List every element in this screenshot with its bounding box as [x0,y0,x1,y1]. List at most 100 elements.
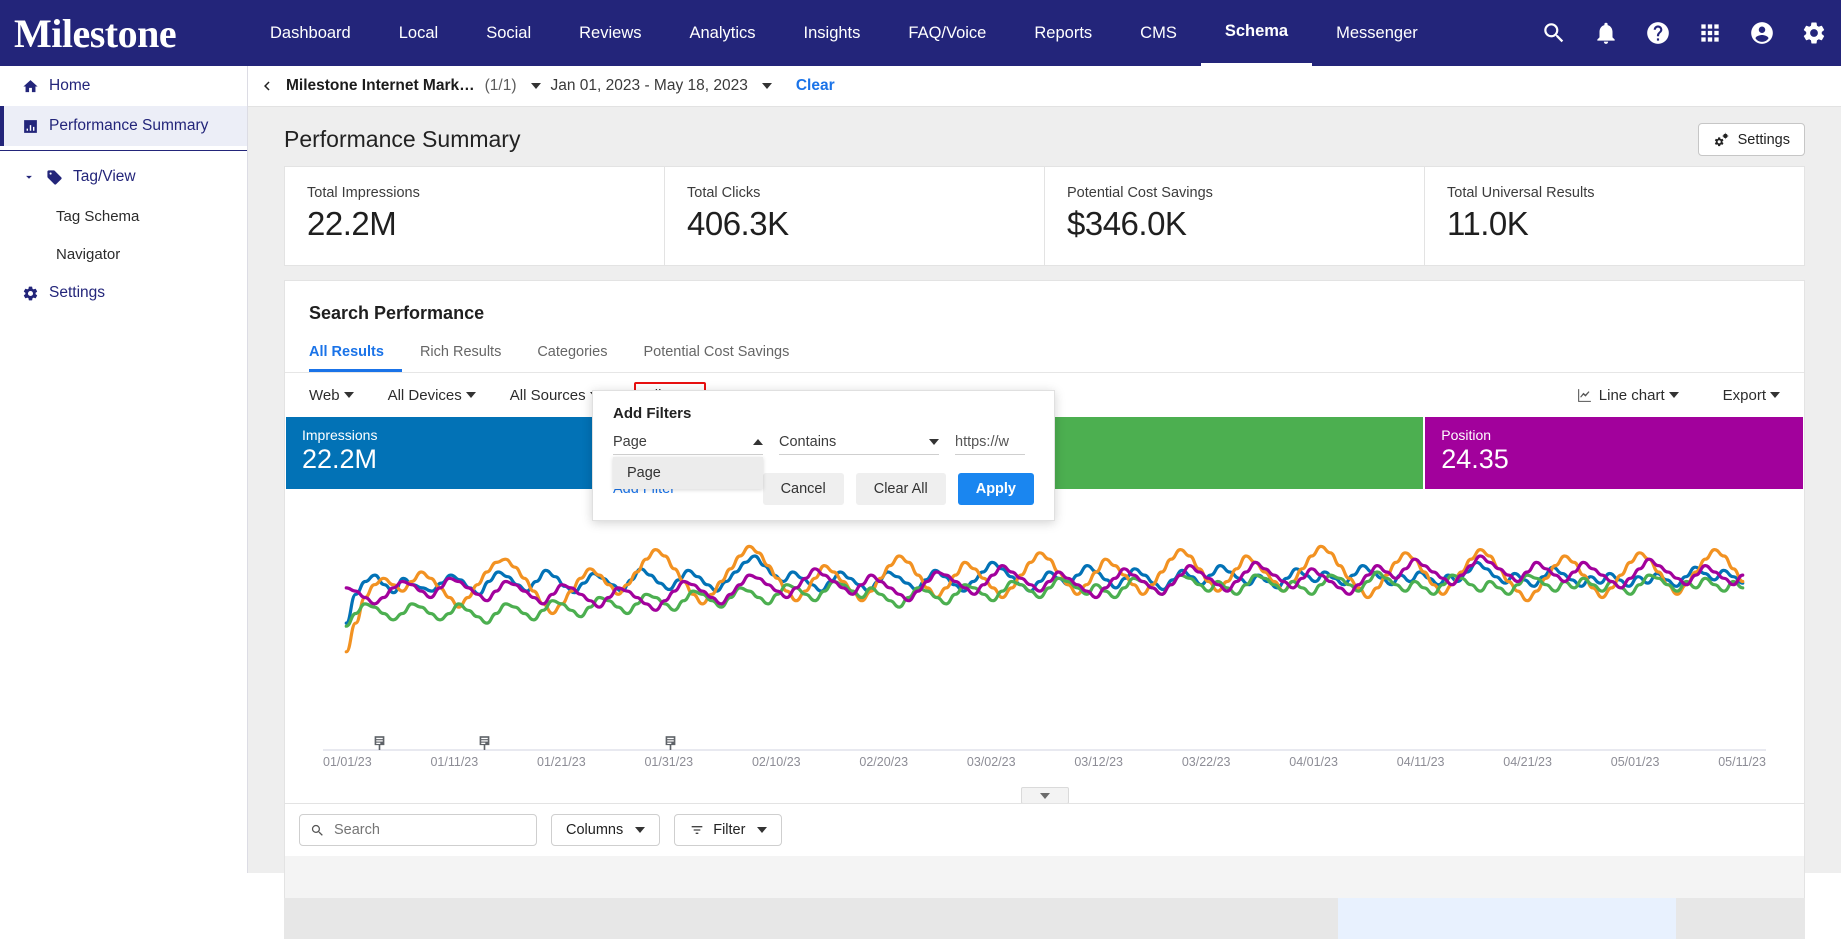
search-input[interactable] [332,821,526,839]
chart-x-axis-line [323,749,1766,751]
kpi-value: $346.0K [1067,205,1187,242]
help-icon[interactable] [1645,20,1671,46]
filter-row: Page Contains [613,434,1034,455]
sidebar-item-tag-schema[interactable]: Tag Schema [0,197,247,235]
x-tick: 01/11/23 [430,755,479,769]
event-flag-icon[interactable] [478,736,491,751]
sidebar-item-navigator[interactable]: Navigator [0,235,247,273]
filter-field-select[interactable]: Page [613,434,763,455]
all-devices-label: All Devices [387,386,462,404]
settings-button[interactable]: Settings [1697,123,1805,156]
chart-series-clicks [346,546,1742,651]
tab-rich-results[interactable]: Rich Results [402,338,519,372]
line-chart-dropdown[interactable]: Line chart [1576,387,1679,404]
breadcrumb-account[interactable]: Milestone Internet Mark… [286,77,475,95]
page-title: Performance Summary [284,126,521,152]
sidebar-group-tag-view[interactable]: Tag/View [0,157,247,197]
x-tick: 01/31/23 [644,755,694,769]
cancel-button[interactable]: Cancel [762,473,844,505]
chevron-down-icon [1039,792,1050,799]
apps-grid-icon[interactable] [1697,20,1723,46]
table-header-row [284,898,1805,939]
kpi-card-potential-cost-savings: Potential Cost Savings $346.0K [1045,167,1425,265]
filter-value-input[interactable] [955,434,1025,455]
nav-item-social[interactable]: Social [462,0,555,66]
filter-field-option-page[interactable]: Page [613,457,763,489]
table-header-cell-highlight[interactable] [1338,898,1676,939]
all-devices-dropdown[interactable]: All Devices [388,387,476,404]
clear-all-button[interactable]: Clear All [855,473,946,505]
filter-operator-select[interactable]: Contains [779,434,939,455]
clear-filters-link[interactable]: Clear [796,77,835,95]
chart-series-ctr [346,572,1742,626]
chevron-down-icon [343,392,354,398]
nav-item-dashboard[interactable]: Dashboard [246,0,375,66]
apply-button[interactable]: Apply [957,473,1034,505]
export-dropdown[interactable]: Export [1723,387,1780,404]
breadcrumb-count: (1/1) [484,77,517,94]
search-icon[interactable] [1541,20,1567,46]
collapse-chart-toggle[interactable] [1020,787,1069,804]
nav-item-faq-voice[interactable]: FAQ/Voice [884,0,1010,66]
x-tick: 01/21/23 [537,755,586,769]
all-sources-label: All Sources [509,386,586,404]
gear-icon [23,286,38,300]
sidebar-item-performance-summary[interactable]: Performance Summary [0,106,247,146]
chevron-down-icon[interactable] [761,83,772,89]
nav-item-local[interactable]: Local [375,0,462,66]
nav-item-insights[interactable]: Insights [780,0,885,66]
nav-item-analytics[interactable]: Analytics [666,0,780,66]
metric-band-position[interactable]: Position 24.35 [1425,417,1803,489]
popover-title: Add Filters [613,405,692,422]
tab-all-results[interactable]: All Results [309,338,402,372]
kpi-value: 11.0K [1447,205,1529,242]
x-tick: 04/11/23 [1396,755,1445,769]
nav-item-reports[interactable]: Reports [1010,0,1116,66]
web-dropdown[interactable]: Web [309,387,354,404]
chevron-up-icon [753,439,763,445]
milestone-logo[interactable]: Milestone [0,0,210,66]
event-flag-icon[interactable] [373,736,386,751]
sidebar-item-settings[interactable]: Settings [0,273,247,313]
metric-band-ctr[interactable]: CTR 1.83% [1045,417,1424,489]
chevron-down-icon [929,439,939,445]
table-filter-label: Filter [713,822,746,838]
top-nav-icon-group [1541,0,1827,66]
band-value: 24.35 [1441,444,1509,474]
popover-buttons: Cancel Clear All Apply [762,473,1034,505]
performance-line-chart[interactable] [309,489,1780,749]
kpi-value: 406.3K [687,205,789,242]
bell-icon[interactable] [1593,20,1619,46]
kpi-card-total-impressions: Total Impressions 22.2M [285,167,665,265]
line-chart-icon [1577,388,1591,402]
chevron-down-icon [1668,392,1679,398]
filter-field-options: Page [613,457,763,489]
tab-categories[interactable]: Categories [519,338,625,372]
back-chevron-icon[interactable] [258,77,276,95]
breadcrumb: Milestone Internet Mark… (1/1) Jan 01, 2… [248,66,1841,107]
nav-item-schema[interactable]: Schema [1200,0,1313,66]
settings-button-label: Settings [1737,131,1790,148]
sidebar-item-home[interactable]: Home [0,66,247,106]
search-box[interactable] [299,814,537,846]
chart-right-controls: Line chart Export [1576,387,1780,404]
sidebar-group-label: Tag/View [73,168,136,185]
x-tick: 03/12/23 [1074,755,1124,769]
event-flag-icon[interactable] [664,736,677,751]
columns-button[interactable]: Columns [551,814,661,846]
top-navigation-bar: Milestone Dashboard Local Social Reviews… [0,0,1841,66]
chevron-down-icon[interactable] [530,83,541,89]
web-dropdown-label: Web [309,386,340,404]
gear-icon[interactable] [1801,20,1827,46]
x-tick: 02/10/23 [751,755,801,769]
nav-item-reviews[interactable]: Reviews [555,0,665,66]
breadcrumb-date-range[interactable]: Jan 01, 2023 - May 18, 2023 [551,77,748,95]
tab-potential-cost-savings[interactable]: Potential Cost Savings [625,338,807,372]
nav-item-messenger[interactable]: Messenger [1312,0,1442,66]
all-sources-dropdown[interactable]: All Sources [510,387,600,404]
account-icon[interactable] [1749,20,1775,46]
tag-icon [47,169,62,185]
nav-item-cms[interactable]: CMS [1116,0,1201,66]
x-tick: 05/01/23 [1610,755,1660,769]
table-filter-button[interactable]: Filter [674,814,783,846]
